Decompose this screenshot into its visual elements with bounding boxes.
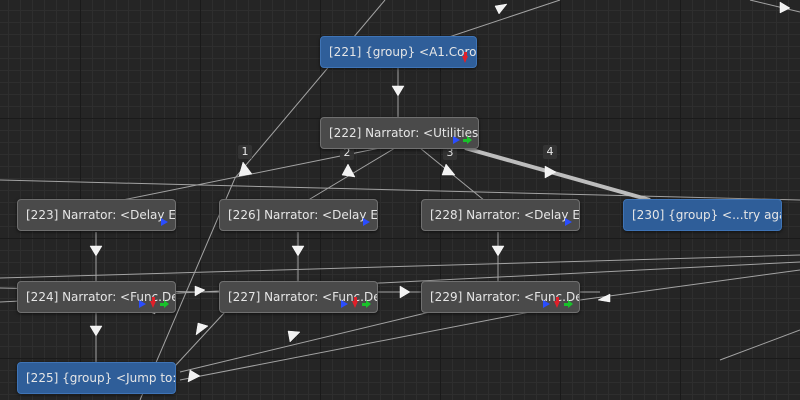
edge-arrow: [544, 165, 557, 179]
edge: [179, 311, 531, 381]
edge-arrow: [441, 163, 456, 176]
edge-arrow: [494, 3, 508, 15]
node-label: [230] {group} <...try agai: [632, 208, 782, 222]
node-ports: [461, 52, 470, 64]
node-229[interactable]: [229] Narrator: <Func.Debu: [421, 281, 580, 313]
node-221[interactable]: [221] {group} <A1.Coronerl: [320, 36, 477, 68]
node-222[interactable]: [222] Narrator: <Utilities: [320, 117, 479, 149]
edge-arrow: [491, 245, 505, 257]
edge-arrow: [597, 293, 611, 303]
green-port-icon[interactable]: [463, 136, 472, 145]
edge: [0, 179, 800, 201]
edge: [0, 254, 800, 279]
blue-port-icon[interactable]: [138, 300, 147, 309]
edge-arrow: [291, 245, 305, 257]
edge: [174, 311, 226, 367]
node-ports: [340, 297, 371, 309]
green-port-icon[interactable]: [362, 300, 371, 309]
graph-canvas[interactable]: 1 2 3 4 [221] {group} <A1.Coronerl [222]…: [0, 0, 800, 400]
node-label: [226] Narrator: <Delay Eva: [228, 208, 378, 222]
edge-arrow: [391, 85, 405, 97]
node-228[interactable]: [228] Narrator: <Delay Eva: [421, 199, 580, 231]
red-port-icon[interactable]: [461, 52, 470, 64]
green-port-icon[interactable]: [160, 300, 169, 309]
red-port-icon[interactable]: [351, 297, 360, 309]
edge-arrow: [89, 325, 103, 337]
node-227[interactable]: [227] Narrator: <Func.Debu: [219, 281, 378, 313]
green-port-icon[interactable]: [564, 300, 573, 309]
edge: [179, 311, 431, 373]
edge-arrow: [341, 163, 356, 178]
node-223[interactable]: [223] Narrator: <Delay Eva: [17, 199, 176, 231]
edge-arrow: [187, 369, 201, 383]
node-label: [225] {group} <Jump to: [A: [26, 371, 176, 385]
branch-label-1: 1: [238, 145, 252, 159]
node-224[interactable]: [224] Narrator: <Func.Debu: [17, 281, 176, 313]
blue-port-icon[interactable]: [452, 136, 461, 145]
node-label: [221] {group} <A1.Coronerl: [329, 45, 477, 59]
blue-port-icon[interactable]: [362, 218, 371, 227]
node-ports: [138, 297, 169, 309]
red-port-icon[interactable]: [553, 297, 562, 309]
edge-arrow: [195, 322, 209, 336]
blue-port-icon[interactable]: [542, 300, 551, 309]
edge-arrow: [399, 285, 411, 299]
edge: [579, 269, 800, 301]
red-port-icon[interactable]: [149, 297, 158, 309]
node-ports: [564, 218, 573, 227]
edge-arrow: [287, 330, 301, 343]
edge-arrow: [238, 161, 253, 177]
blue-port-icon[interactable]: [564, 218, 573, 227]
node-226[interactable]: [226] Narrator: <Delay Eva: [219, 199, 378, 231]
node-225[interactable]: [225] {group} <Jump to: [A: [17, 362, 176, 394]
node-ports: [362, 218, 371, 227]
node-ports: [452, 136, 472, 145]
edge-arrow: [779, 1, 791, 14]
edge: [749, 0, 800, 13]
node-ports: [542, 297, 573, 309]
branch-label-4: 4: [543, 145, 557, 159]
blue-port-icon[interactable]: [160, 218, 169, 227]
node-label: [228] Narrator: <Delay Eva: [430, 208, 580, 222]
edge-arrow: [89, 245, 103, 257]
blue-port-icon[interactable]: [340, 300, 349, 309]
edge: [719, 329, 800, 361]
node-ports: [160, 218, 169, 227]
node-230[interactable]: [230] {group} <...try agai: [623, 199, 782, 231]
node-label: [223] Narrator: <Delay Eva: [26, 208, 176, 222]
edge-arrow: [194, 285, 206, 297]
